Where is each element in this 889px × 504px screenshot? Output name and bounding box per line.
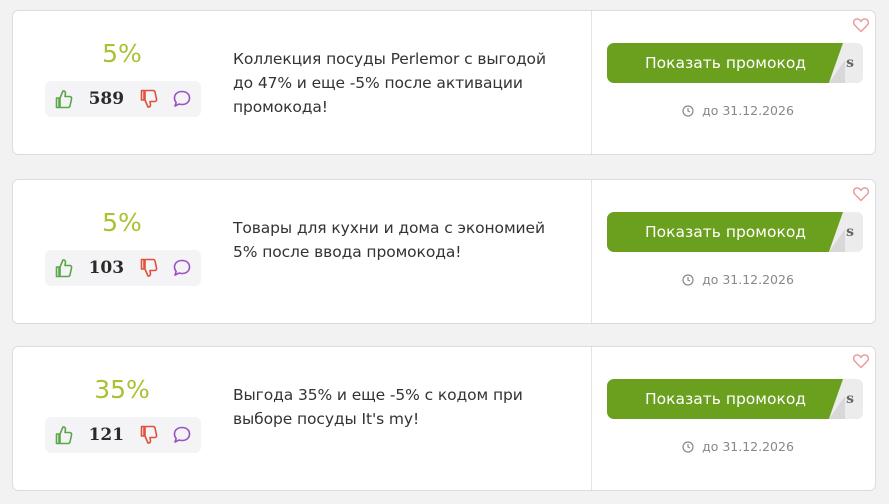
- vote-box: 121: [45, 417, 201, 453]
- thumbs-up-icon[interactable]: [53, 88, 75, 110]
- promo-widget: s Показать промокод: [607, 43, 863, 83]
- comment-icon[interactable]: [171, 88, 193, 110]
- promo-widget: s Показать промокод: [607, 212, 863, 252]
- expiry-info: до 31.12.2026: [607, 439, 863, 454]
- thumbs-up-icon[interactable]: [53, 424, 75, 446]
- vote-count: 103: [88, 258, 125, 278]
- heart-icon[interactable]: [852, 352, 870, 370]
- comment-icon[interactable]: [171, 257, 193, 279]
- discount-value: 5%: [102, 208, 142, 237]
- divider: [591, 11, 592, 154]
- coupon-card: 35% 121 Выгода 35% и еще -5% с кодом при…: [12, 346, 876, 491]
- heart-icon[interactable]: [852, 16, 870, 34]
- show-promocode-button[interactable]: Показать промокод: [607, 43, 843, 83]
- thumbs-down-icon[interactable]: [138, 257, 160, 279]
- expiry-date: до 31.12.2026: [702, 439, 794, 454]
- coupon-description: Коллекция посуды Perlemor с выгодой до 4…: [233, 50, 546, 116]
- expiry-info: до 31.12.2026: [607, 272, 863, 287]
- discount-value: 35%: [94, 375, 150, 404]
- thumbs-down-icon[interactable]: [138, 88, 160, 110]
- coupon-stats: 35% 121: [45, 375, 201, 453]
- clock-icon: [682, 273, 694, 286]
- coupon-stats: 5% 103: [45, 208, 201, 286]
- vote-box: 589: [45, 81, 201, 117]
- expiry-date: до 31.12.2026: [702, 103, 794, 118]
- expiry-date: до 31.12.2026: [702, 272, 794, 287]
- vote-count: 121: [88, 425, 125, 445]
- coupon-card: 5% 589 Коллекция посуды Perlemor с выгод…: [12, 10, 876, 155]
- coupon-description: Товары для кухни и дома с экономией 5% п…: [233, 219, 545, 261]
- heart-icon[interactable]: [852, 185, 870, 203]
- divider: [591, 180, 592, 323]
- discount-value: 5%: [102, 39, 142, 68]
- thumbs-down-icon[interactable]: [138, 424, 160, 446]
- coupon-stats: 5% 589: [45, 39, 201, 117]
- expiry-info: до 31.12.2026: [607, 103, 863, 118]
- coupon-list: 5% 589 Коллекция посуды Perlemor с выгод…: [0, 0, 889, 504]
- show-promocode-button[interactable]: Показать промокод: [607, 212, 843, 252]
- thumbs-up-icon[interactable]: [53, 257, 75, 279]
- coupon-card: 5% 103 Товары для кухни и дома с экономи…: [12, 179, 876, 324]
- promo-widget: s Показать промокод: [607, 379, 863, 419]
- vote-count: 589: [88, 89, 125, 109]
- clock-icon: [682, 440, 694, 453]
- show-promocode-button[interactable]: Показать промокод: [607, 379, 843, 419]
- coupon-description: Выгода 35% и еще -5% с кодом при выборе …: [233, 386, 523, 428]
- comment-icon[interactable]: [171, 424, 193, 446]
- divider: [591, 347, 592, 490]
- clock-icon: [682, 104, 694, 117]
- vote-box: 103: [45, 250, 201, 286]
